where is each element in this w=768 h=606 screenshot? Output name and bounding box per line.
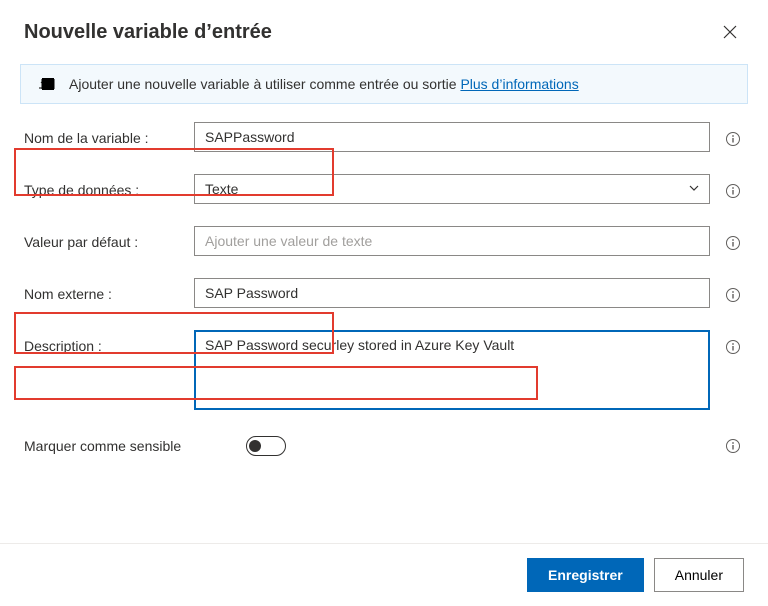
data-type-select[interactable]: [194, 174, 710, 204]
save-button[interactable]: Enregistrer: [527, 558, 644, 592]
info-button[interactable]: [722, 284, 744, 306]
default-value-input[interactable]: [194, 226, 710, 256]
row-variable-name: Nom de la variable :: [24, 122, 744, 152]
download-icon: [35, 75, 53, 93]
external-name-label: Nom externe :: [24, 278, 182, 302]
variable-name-input[interactable]: [194, 122, 710, 152]
form: Nom de la variable : Type de données : V…: [0, 122, 768, 457]
variable-name-label: Nom de la variable :: [24, 122, 182, 146]
toggle-knob: [249, 440, 261, 452]
row-data-type: Type de données :: [24, 174, 744, 204]
dialog: Nouvelle variable d’entrée Ajouter une n…: [0, 0, 768, 606]
close-button[interactable]: [716, 18, 744, 46]
row-description: Description :: [24, 330, 744, 413]
info-button[interactable]: [722, 336, 744, 358]
info-text: Ajouter une nouvelle variable à utiliser…: [69, 76, 460, 92]
sensitive-label: Marquer comme sensible: [24, 438, 234, 454]
info-icon: [725, 438, 741, 454]
info-bar: Ajouter une nouvelle variable à utiliser…: [20, 64, 748, 104]
info-message: Ajouter une nouvelle variable à utiliser…: [69, 76, 733, 92]
sensitive-toggle[interactable]: [246, 436, 286, 456]
description-input[interactable]: [194, 330, 710, 410]
description-label: Description :: [24, 330, 182, 354]
external-name-input[interactable]: [194, 278, 710, 308]
dialog-header: Nouvelle variable d’entrée: [0, 0, 768, 58]
info-button[interactable]: [722, 180, 744, 202]
info-icon: [725, 339, 741, 355]
dialog-footer: Enregistrer Annuler: [0, 543, 768, 606]
info-icon: [725, 183, 741, 199]
info-button[interactable]: [722, 128, 744, 150]
cancel-button[interactable]: Annuler: [654, 558, 744, 592]
info-icon: [725, 131, 741, 147]
info-icon: [725, 287, 741, 303]
row-default-value: Valeur par défaut :: [24, 226, 744, 256]
close-icon: [723, 25, 737, 39]
default-value-label: Valeur par défaut :: [24, 226, 182, 250]
dialog-title: Nouvelle variable d’entrée: [24, 21, 272, 44]
row-external-name: Nom externe :: [24, 278, 744, 308]
info-link[interactable]: Plus d’informations: [460, 76, 578, 92]
row-sensitive: Marquer comme sensible: [24, 435, 744, 457]
info-button[interactable]: [722, 435, 744, 457]
info-icon: [725, 235, 741, 251]
data-type-label: Type de données :: [24, 174, 182, 198]
info-button[interactable]: [722, 232, 744, 254]
